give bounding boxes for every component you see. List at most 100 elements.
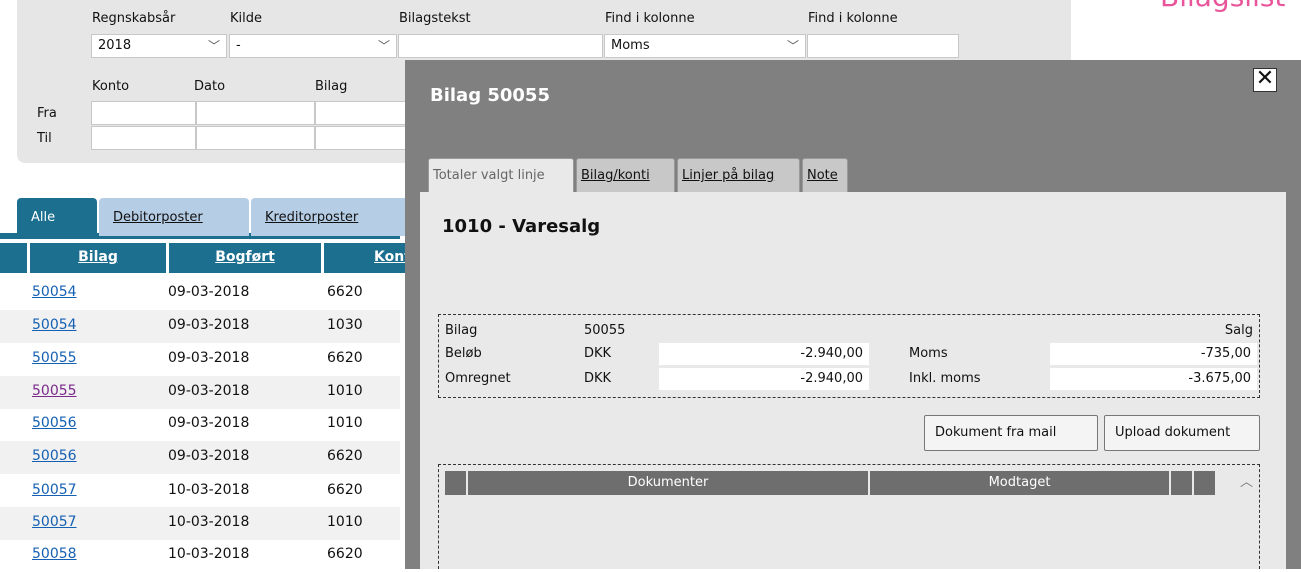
konto-cell: 6620 [327, 482, 363, 498]
page-title: Bilagslist [1160, 0, 1285, 13]
bilag-link[interactable]: 50054 [32, 284, 77, 300]
konto-cell: 1010 [327, 514, 363, 530]
chevron-down-icon: ﹀ [207, 39, 220, 53]
bilagstekst-label: Bilagstekst [399, 11, 471, 26]
column-header-bilag[interactable]: Bilag [30, 243, 166, 273]
konto-cell: 1010 [327, 415, 363, 431]
table-row[interactable]: 50058 10-03-2018 6620 [0, 539, 400, 572]
table-row[interactable]: 50057 10-03-2018 6620 [0, 475, 400, 508]
bogfoert-cell: 10-03-2018 [168, 514, 250, 530]
bogfoert-cell: 09-03-2018 [168, 383, 250, 399]
konto-cell: 6620 [327, 350, 363, 366]
regnskabsaar-value: 2018 [98, 38, 132, 53]
omregnet-value: -2.940,00 [659, 368, 869, 390]
inkl-moms-label: Inkl. moms [909, 371, 981, 386]
column-header-dokumenter[interactable]: Dokumenter [468, 471, 868, 495]
fra-label: Fra [37, 106, 57, 121]
konto-from-input[interactable] [91, 101, 196, 125]
konto-label: Konto [92, 79, 130, 94]
bilag-to-input[interactable] [315, 126, 415, 150]
column-header-konto[interactable]: Konto [324, 243, 414, 273]
bilag-link[interactable]: 50056 [32, 448, 77, 464]
moms-value: -735,00 [1050, 343, 1257, 365]
tab-alle[interactable]: Alle [17, 198, 97, 236]
bilag-link[interactable]: 50054 [32, 317, 77, 333]
beloeb-value: -2.940,00 [659, 343, 869, 365]
modal-title: Bilag 50055 [430, 85, 550, 106]
moms-label: Moms [909, 346, 948, 361]
bogfoert-cell: 09-03-2018 [168, 415, 250, 431]
find-column-1-select[interactable]: Moms ﹀ [604, 34, 806, 58]
konto-to-input[interactable] [91, 126, 196, 150]
omregnet-currency: DKK [584, 371, 612, 386]
grid-header-spacer [0, 243, 27, 273]
inkl-moms-value: -3.675,00 [1050, 368, 1257, 390]
chevron-down-icon: ﹀ [377, 39, 390, 53]
tab-debitorposter[interactable]: Debitorposter [99, 198, 249, 236]
find-column-2-input[interactable] [807, 34, 959, 58]
document-from-mail-button[interactable]: Dokument fra mail [924, 415, 1098, 451]
tab-note[interactable]: Note [802, 158, 848, 192]
konto-cell: 1030 [327, 317, 363, 333]
find-column-1-label: Find i kolonne [605, 11, 695, 26]
column-header-bogfoert[interactable]: Bogført [169, 243, 321, 273]
tab-kreditorposter[interactable]: Kreditorposter [251, 198, 411, 236]
bilag-type: Salg [1224, 323, 1253, 338]
kilde-select[interactable]: - ﹀ [229, 34, 397, 58]
regnskabsaar-label: Regnskabsår [92, 11, 176, 26]
upload-document-button[interactable]: Upload dokument [1104, 415, 1260, 451]
regnskabsaar-select[interactable]: 2018 ﹀ [91, 34, 227, 58]
konto-cell: 1010 [327, 383, 363, 399]
bilag-modal: Bilag 50055 ✕ Totaler valgt linje Bilag/… [405, 60, 1301, 569]
til-label: Til [37, 131, 52, 146]
table-row[interactable]: 50055 09-03-2018 6620 [0, 343, 400, 376]
table-row[interactable]: 50055 09-03-2018 1010 [0, 376, 400, 409]
tab-linjer-paa-bilag[interactable]: Linjer på bilag [677, 158, 800, 192]
bilag-number: 50055 [584, 323, 626, 338]
omregnet-label: Omregnet [445, 371, 511, 386]
bilag-link[interactable]: 50055 [32, 350, 77, 366]
dato-label: Dato [194, 79, 226, 94]
bilag-link[interactable]: 50057 [32, 482, 77, 498]
bilagstekst-input[interactable] [398, 34, 603, 58]
bogfoert-cell: 09-03-2018 [168, 284, 250, 300]
bogfoert-cell: 10-03-2018 [168, 482, 250, 498]
table-row[interactable]: 50054 09-03-2018 1030 [0, 310, 400, 343]
table-row[interactable]: 50056 09-03-2018 1010 [0, 408, 400, 441]
tab-bilag-konti[interactable]: Bilag/konti [576, 158, 675, 192]
bilag-link[interactable]: 50057 [32, 514, 77, 530]
beloeb-label: Beløb [445, 346, 482, 361]
column-header-modtaget[interactable]: Modtaget [870, 471, 1169, 495]
bilag-label: Bilag [445, 323, 478, 338]
documents-table: Dokumenter Modtaget ︿ [438, 464, 1260, 569]
bilag-from-input[interactable] [315, 101, 415, 125]
section-title: 1010 - Varesalg [442, 216, 601, 237]
modal-content: 1010 - Varesalg Bilag 50055 Salg Beløb D… [420, 192, 1286, 569]
documents-action-column-2 [1194, 471, 1215, 495]
dato-to-input[interactable] [196, 126, 315, 150]
bogfoert-cell: 09-03-2018 [168, 317, 250, 333]
documents-select-column[interactable] [445, 471, 466, 495]
documents-action-column-1 [1171, 471, 1192, 495]
kilde-value: - [236, 38, 241, 53]
bogfoert-cell: 09-03-2018 [168, 350, 250, 366]
bilag-link[interactable]: 50056 [32, 415, 77, 431]
beloeb-currency: DKK [584, 346, 612, 361]
find-column-1-value: Moms [611, 38, 650, 53]
tab-totaler-valgt-linje[interactable]: Totaler valgt linje [428, 158, 574, 194]
bogfoert-cell: 09-03-2018 [168, 448, 250, 464]
bilag-link[interactable]: 50058 [32, 546, 77, 562]
table-row[interactable]: 50056 09-03-2018 6620 [0, 441, 400, 474]
dato-from-input[interactable] [196, 101, 315, 125]
table-row[interactable]: 50057 10-03-2018 1010 [0, 507, 400, 540]
totals-box: Bilag 50055 Salg Beløb DKK -2.940,00 Mom… [438, 314, 1260, 398]
table-row[interactable]: 50054 09-03-2018 6620 [0, 277, 400, 310]
chevron-down-icon: ﹀ [786, 39, 799, 53]
close-icon[interactable]: ✕ [1253, 68, 1277, 92]
bogfoert-cell: 10-03-2018 [168, 546, 250, 562]
bilag-link[interactable]: 50055 [32, 383, 77, 399]
konto-cell: 6620 [327, 546, 363, 562]
konto-cell: 6620 [327, 284, 363, 300]
grid-header: Bilag Bogført Konto [0, 243, 414, 273]
scroll-up-icon[interactable]: ︿ [1240, 471, 1253, 490]
